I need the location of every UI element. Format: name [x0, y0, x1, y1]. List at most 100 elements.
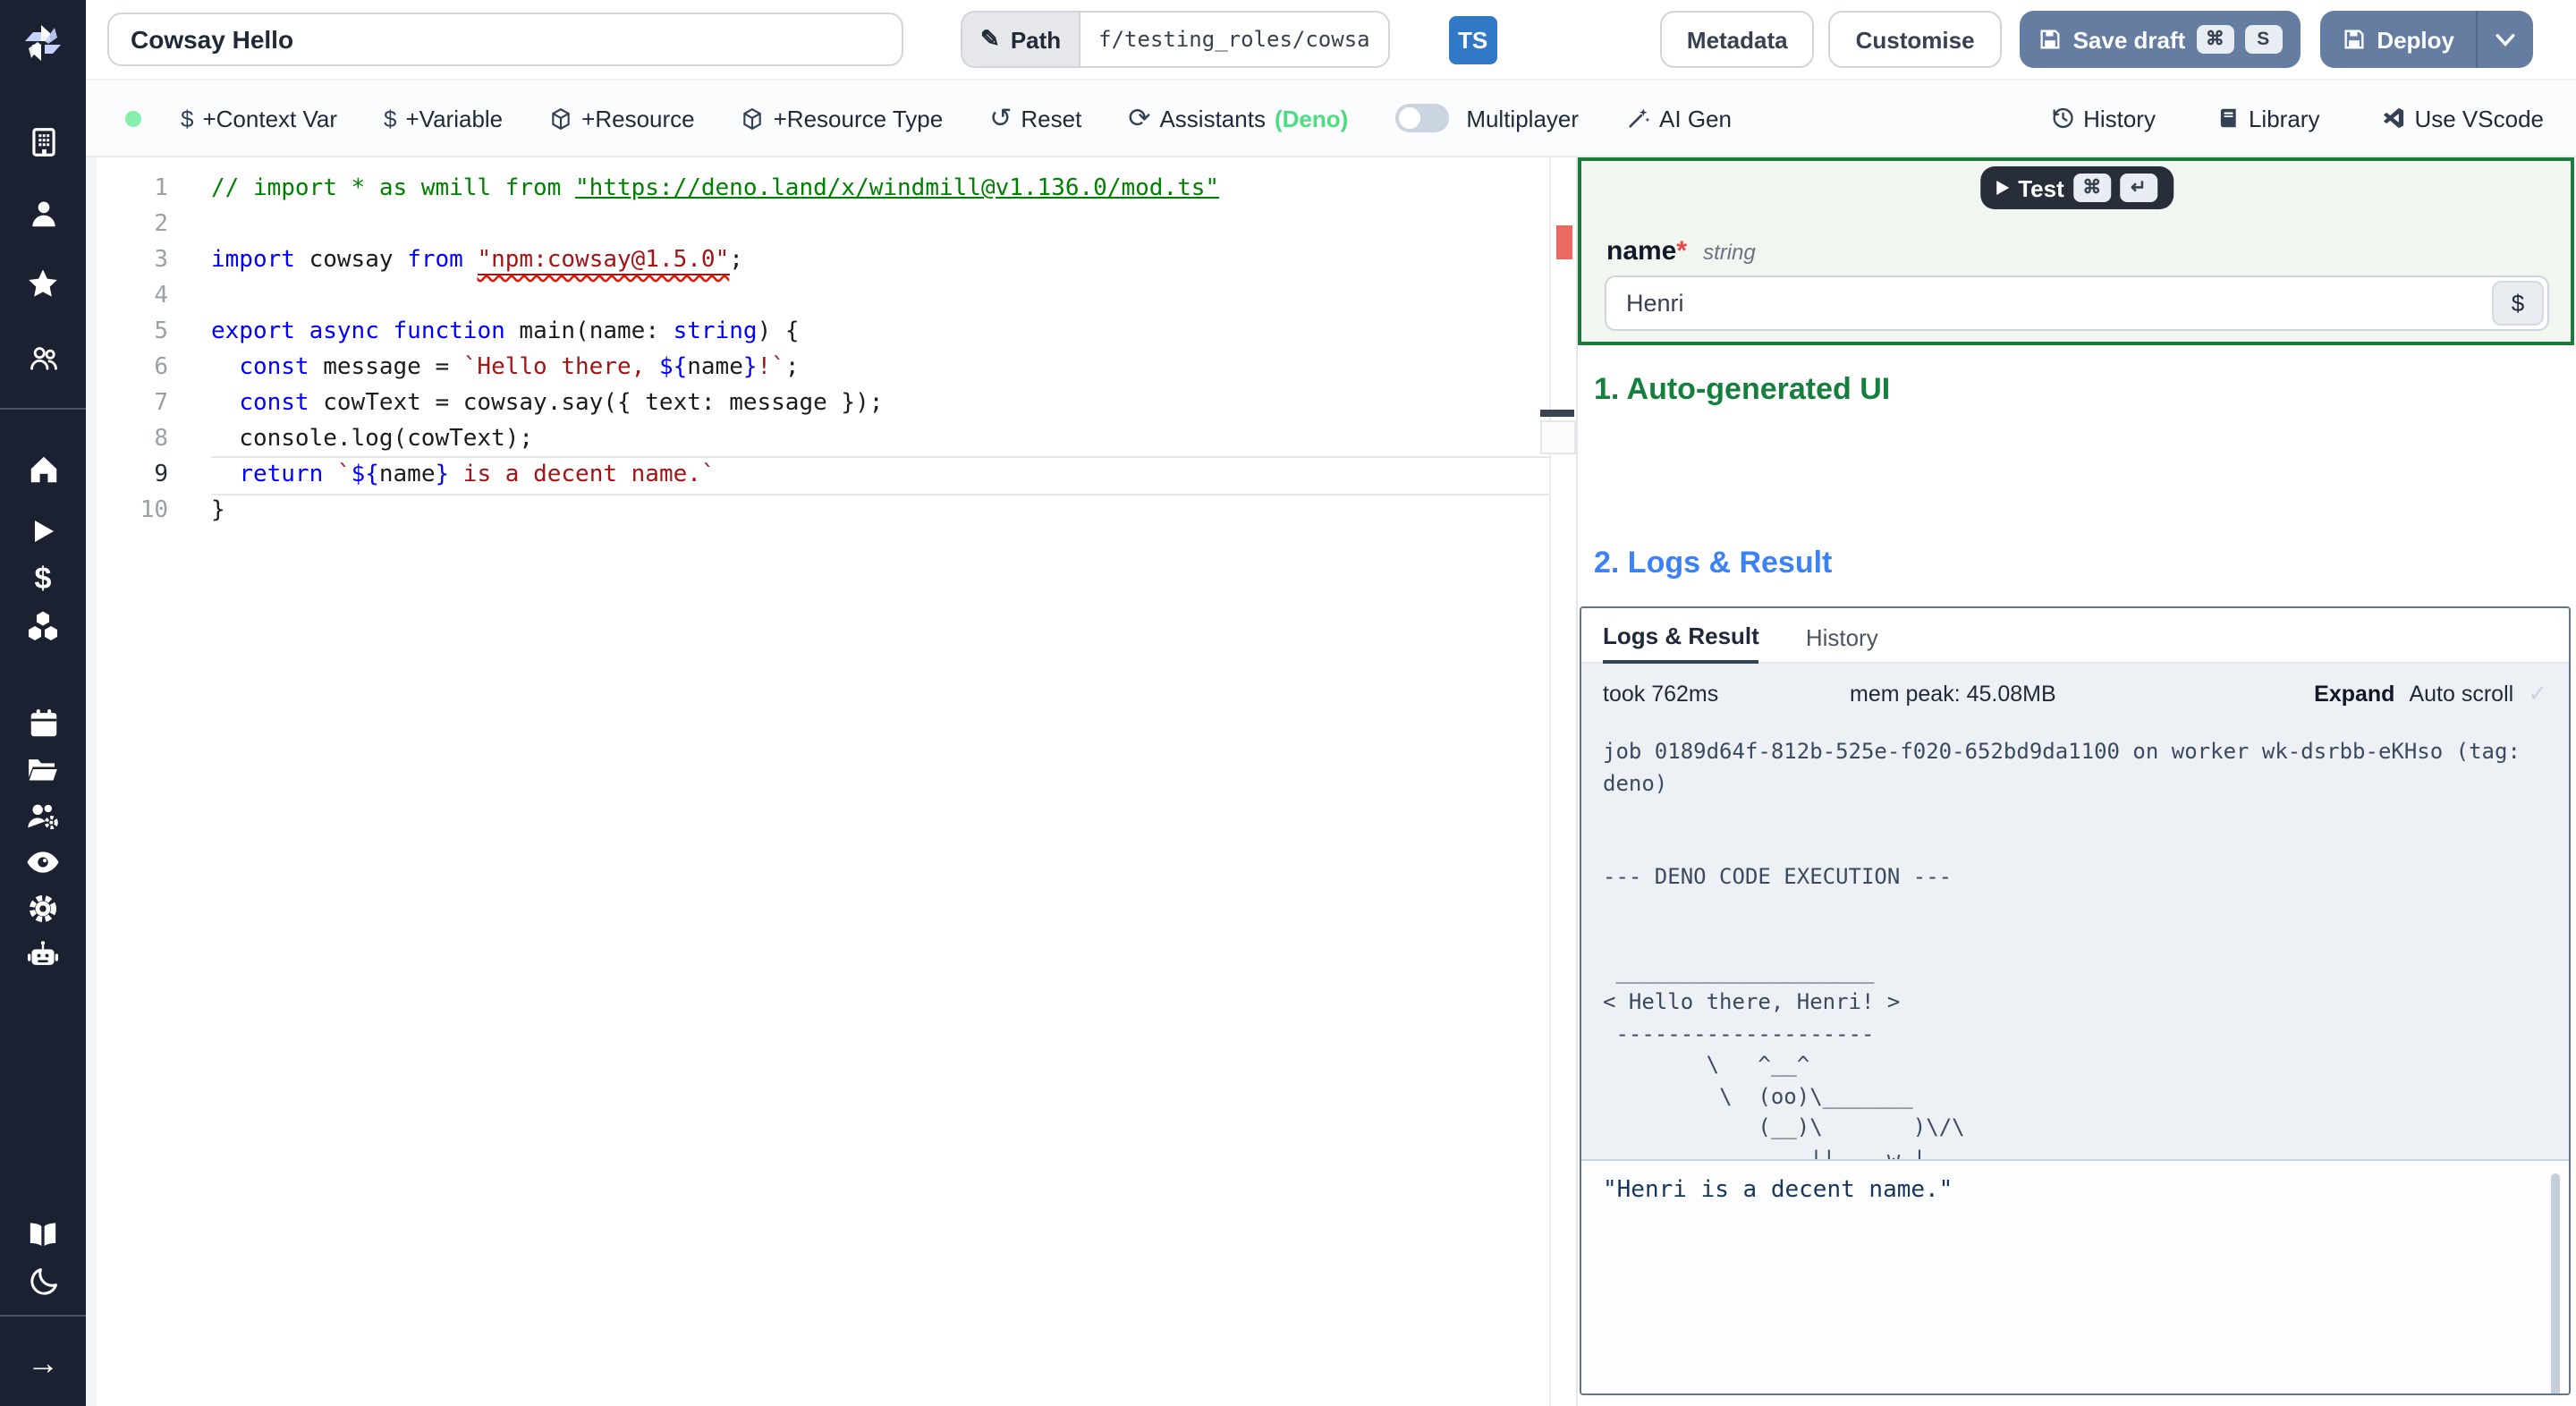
arg-name-input[interactable] — [1605, 275, 2549, 331]
arg-name: name — [1606, 236, 1677, 267]
preview-panel: Test ⌘ ↵ name* string $ 1. Auto-generated… — [1576, 157, 2576, 1406]
deploy-button[interactable]: Deploy — [2319, 11, 2476, 68]
library-label: Library — [2248, 105, 2320, 131]
sidebar-item-variables[interactable]: $ — [0, 560, 86, 596]
sidebar-item-resources[interactable] — [0, 608, 86, 644]
use-vscode-button[interactable]: Use VScode — [2380, 105, 2544, 131]
sidebar-item-audit-logs[interactable] — [0, 844, 86, 880]
add-resource-type-button[interactable]: +Resource Type — [741, 105, 944, 131]
code-editor[interactable]: 1 2 3 4 5 6 7 8 9 10 // import * as wmill from "h… — [86, 157, 1576, 1406]
package-icon — [552, 106, 570, 130]
expand-button[interactable]: Expand — [2314, 681, 2394, 706]
book-open-icon — [30, 1223, 56, 1246]
add-resource-button[interactable]: +Resource — [549, 105, 695, 131]
vscode-icon — [2383, 107, 2403, 129]
sidebar-item-users[interactable] — [0, 340, 86, 376]
logs-tabs: Logs & Result History — [1581, 608, 2569, 664]
test-label: Test — [2018, 174, 2064, 201]
sidebar-item-favorites[interactable] — [0, 267, 86, 302]
ai-gen-label: AI Gen — [1659, 105, 1732, 131]
tab-history[interactable]: History — [1806, 624, 1878, 662]
editor-code[interactable]: // import * as wmill from "https://deno.… — [182, 157, 1576, 1406]
windmill-logo[interactable] — [0, 25, 86, 61]
sidebar-item-user[interactable] — [0, 195, 86, 231]
deploy-label: Deploy — [2377, 26, 2454, 53]
path-edit-button[interactable]: ✎ Path — [962, 13, 1080, 66]
check-icon: ✓ — [2528, 679, 2547, 706]
reset-label: Reset — [1021, 105, 1082, 131]
path-value[interactable]: f/testing_roles/cowsa — [1079, 13, 1388, 66]
history-label: History — [2083, 105, 2156, 131]
section-logs-result: 2. Logs & Result — [1594, 546, 1833, 580]
multiplayer-label: Multiplayer — [1466, 105, 1580, 131]
sidebar-item-folders[interactable] — [0, 751, 86, 787]
save-draft-label: Save draft — [2072, 26, 2186, 53]
assistants-button[interactable]: ⟳ Assistants (Deno) — [1128, 105, 1348, 131]
package-icon — [743, 106, 762, 130]
deploy-options-button[interactable] — [2476, 11, 2533, 68]
cmd-key-badge: ⌘ — [2196, 25, 2234, 54]
wand-icon — [1628, 108, 1649, 128]
log-scrollbar[interactable] — [2551, 1173, 2560, 1393]
star-icon — [29, 269, 57, 297]
section-auto-generated-ui: 1. Auto-generated UI — [1594, 372, 1891, 406]
content-row: 1 2 3 4 5 6 7 8 9 10 // import * as wmill from "h… — [86, 157, 2576, 1406]
sidebar-item-runs[interactable] — [0, 513, 86, 549]
reset-button[interactable]: ↺ Reset — [989, 105, 1081, 131]
script-title-input[interactable] — [107, 13, 903, 66]
customise-button[interactable]: Customise — [1828, 11, 2002, 68]
mem-peak: mem peak: 45.08MB — [1850, 681, 2056, 706]
sidebar-expand-button[interactable]: → — [0, 1345, 86, 1381]
cursor-marker — [1540, 410, 1574, 417]
sidebar-item-workers[interactable] — [0, 937, 86, 973]
sidebar-divider — [0, 408, 86, 410]
eye-icon — [27, 851, 59, 873]
pencil-icon: ✎ — [980, 25, 1000, 52]
typescript-badge: TS — [1448, 15, 1497, 64]
log-output[interactable]: job 0189d64f-812b-525e-f020-652bd9da1100… — [1581, 723, 2569, 1159]
add-resource-type-label: +Resource Type — [773, 105, 944, 131]
add-variable-button[interactable]: $ +Variable — [384, 105, 503, 131]
add-context-var-label: +Context Var — [202, 105, 338, 131]
test-button[interactable]: Test ⌘ ↵ — [1980, 166, 2174, 209]
sidebar-item-schedules[interactable] — [0, 705, 86, 741]
sidebar-item-workspace[interactable] — [0, 123, 86, 159]
add-context-var-button[interactable]: $ +Context Var — [181, 105, 337, 131]
sidebar-item-settings[interactable] — [0, 891, 86, 927]
save-draft-button[interactable]: Save draft ⌘ S — [2019, 11, 2301, 68]
sidebar-item-groups[interactable] — [0, 798, 86, 834]
ai-gen-button[interactable]: AI Gen — [1625, 105, 1732, 131]
status-dot — [125, 110, 141, 126]
multiplayer-toggle[interactable] — [1394, 104, 1449, 132]
main-column: ✎ Path f/testing_roles/cowsa TS Metadata… — [86, 0, 2576, 1406]
reset-icon: ↺ — [989, 103, 1013, 133]
viewport-marker — [1540, 420, 1576, 454]
enter-key-badge: ↵ — [2119, 174, 2157, 202]
tab-logs-result[interactable]: Logs & Result — [1603, 623, 1759, 664]
sidebar-item-home[interactable] — [0, 451, 86, 487]
top-header: ✎ Path f/testing_roles/cowsa TS Metadata… — [86, 0, 2576, 79]
path-control[interactable]: ✎ Path f/testing_roles/cowsa — [961, 11, 1390, 68]
refresh-icon: ⟳ — [1128, 103, 1151, 133]
cmd-key-badge: ⌘ — [2072, 174, 2111, 202]
sidebar-item-docs[interactable] — [0, 1216, 86, 1252]
arg-field-label: name* string — [1606, 236, 1756, 267]
calendar-icon — [30, 708, 56, 736]
user-group-gear-icon — [28, 804, 58, 830]
history-button[interactable]: History — [2049, 105, 2156, 131]
dollar-icon: $ — [34, 561, 52, 595]
editor-overview-ruler[interactable] — [1540, 157, 1576, 1406]
result-output[interactable]: "Henri is a decent name." — [1581, 1159, 2569, 1393]
windmill-logo-icon — [25, 25, 61, 61]
add-resource-label: +Resource — [581, 105, 695, 131]
library-button[interactable]: Library — [2216, 105, 2320, 131]
arrow-right-icon: → — [27, 1345, 59, 1381]
autoscroll-label[interactable]: Auto scroll — [2409, 681, 2513, 706]
sidebar-item-dark-mode[interactable] — [0, 1263, 86, 1299]
multiplayer-control: Multiplayer — [1394, 104, 1579, 132]
insert-variable-button[interactable]: $ — [2492, 281, 2544, 326]
app-window: $ → Cowsay Hello ✎ Path f/testing_roles/… — [0, 0, 2576, 1406]
play-icon — [1996, 181, 2010, 195]
metadata-button[interactable]: Metadata — [1659, 11, 1815, 68]
s-key-badge: S — [2244, 25, 2283, 54]
